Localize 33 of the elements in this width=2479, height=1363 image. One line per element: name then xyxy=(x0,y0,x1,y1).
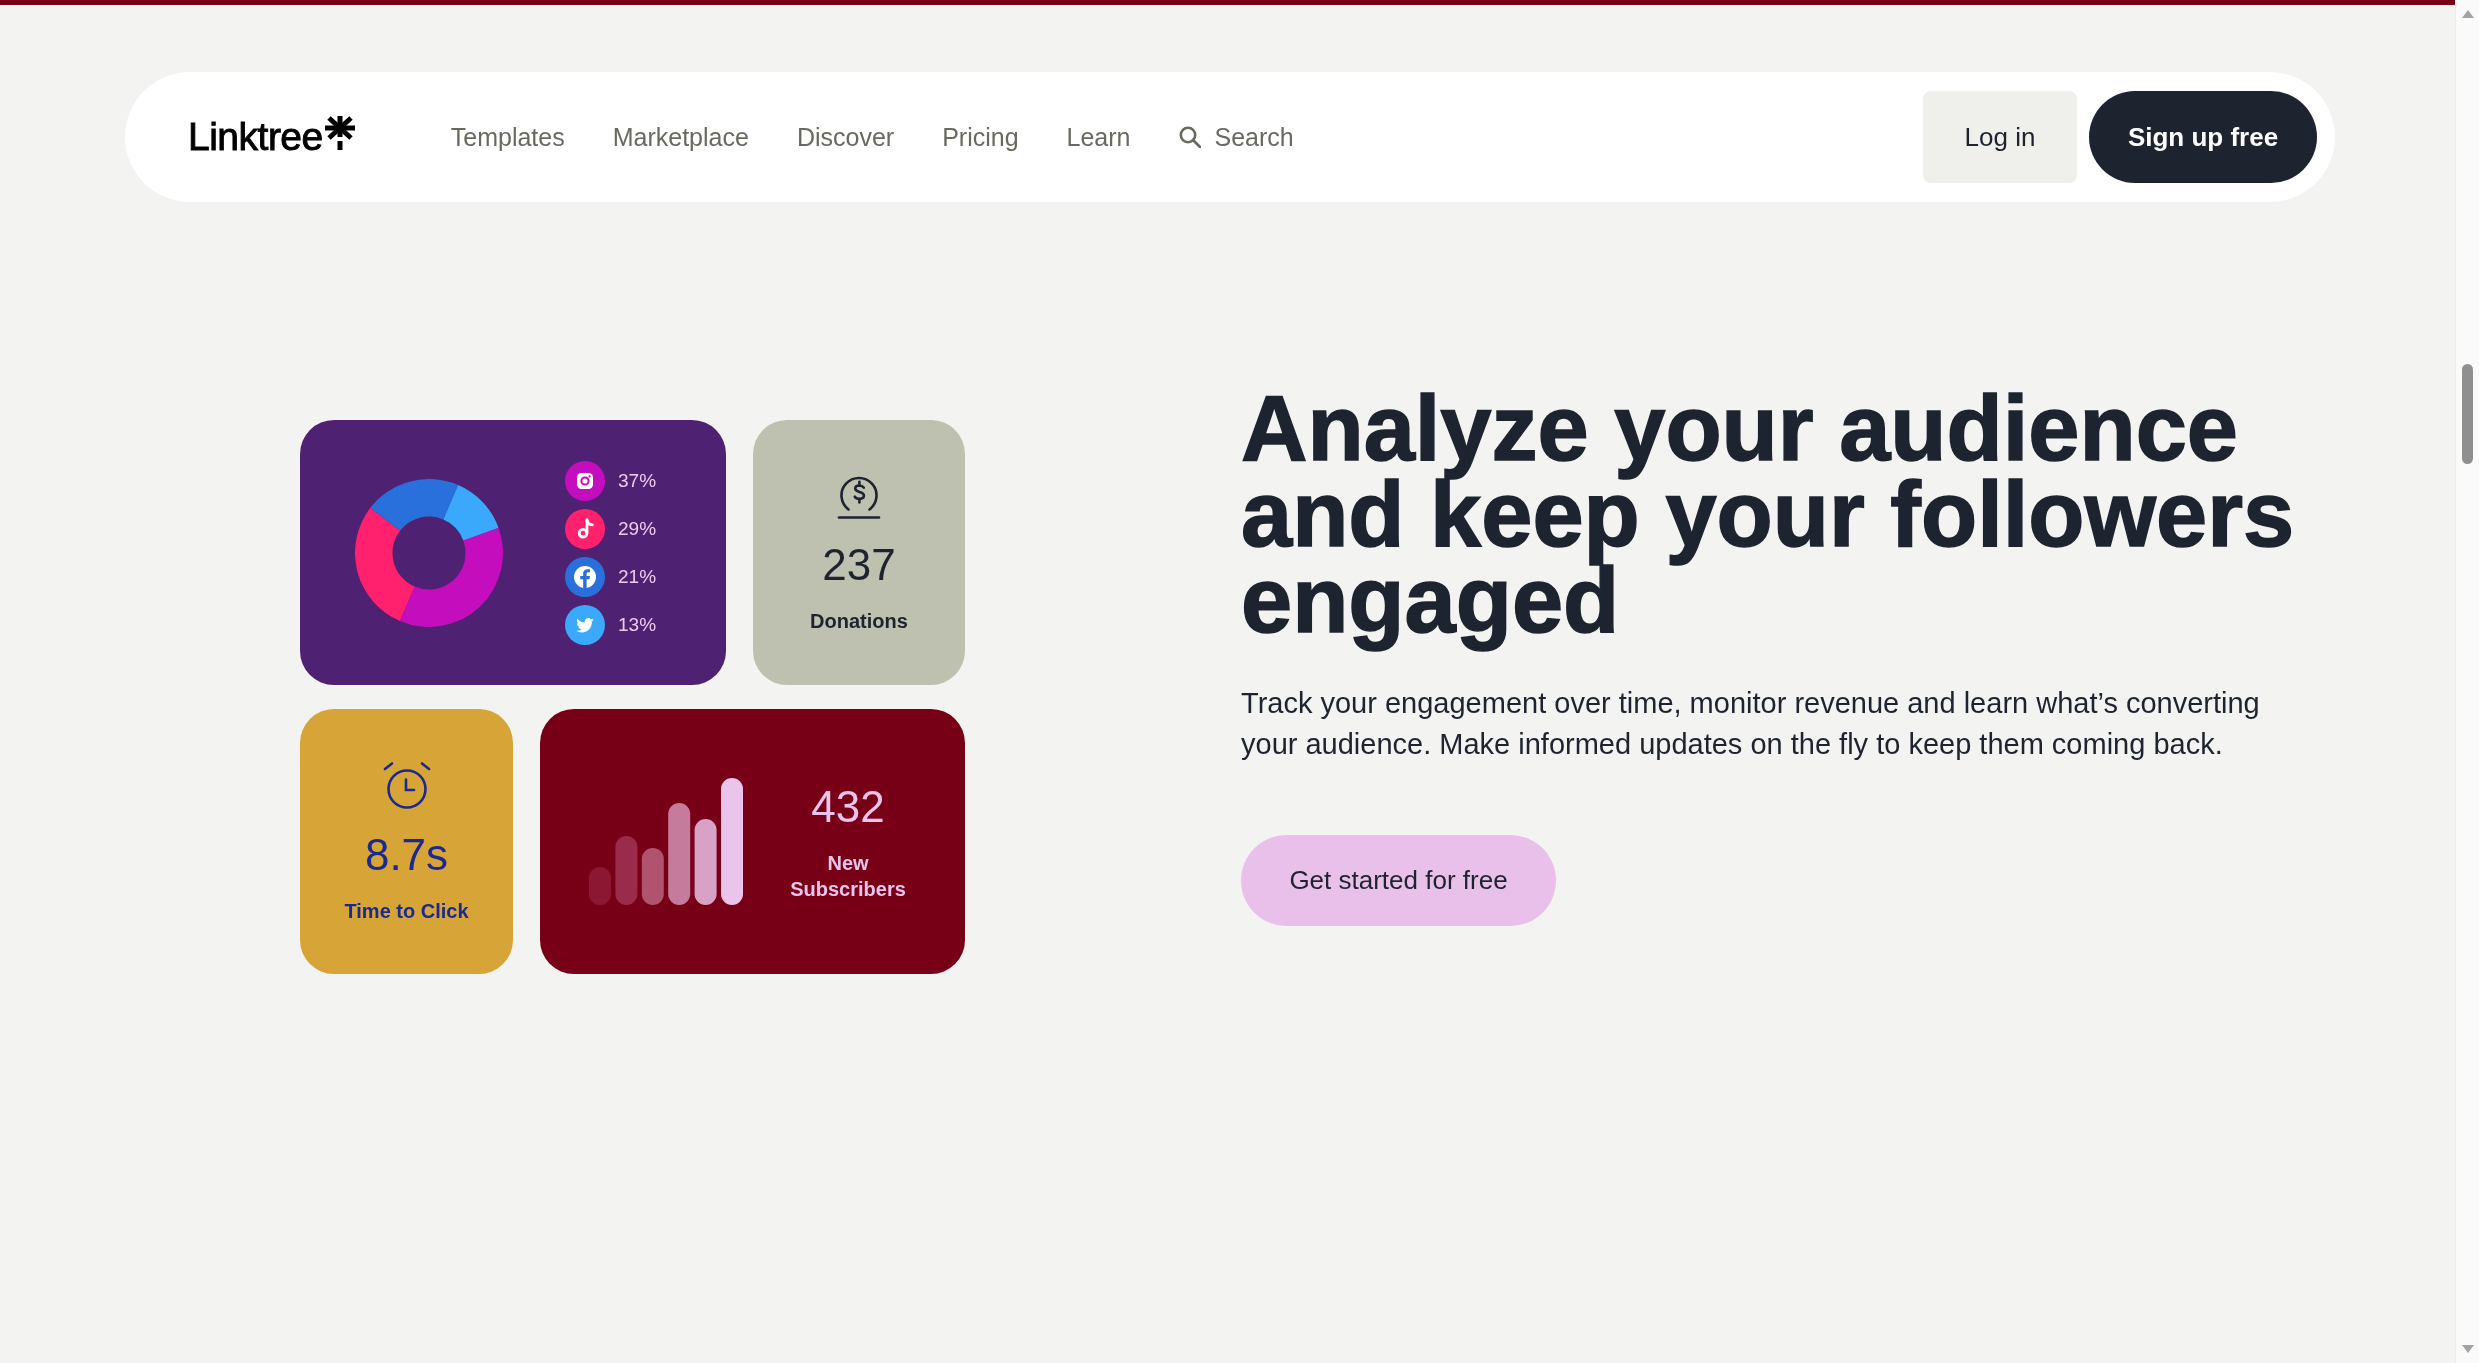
bird-icon xyxy=(565,604,605,645)
legend-label: 37% xyxy=(618,469,657,492)
hero-heading: Analyze your audience and keep your followers engaged xyxy=(1241,385,2296,653)
stat-label: Time to Click xyxy=(344,898,469,924)
nav-link[interactable]: Pricing xyxy=(942,122,1019,152)
stat-label: Donations xyxy=(810,608,908,634)
alarm-clock-icon xyxy=(382,759,431,810)
nav-link[interactable]: Learn xyxy=(1066,122,1131,152)
nav-link[interactable]: Discover xyxy=(796,122,895,152)
stat-value: 237 xyxy=(822,539,896,590)
scrollbar-thumb[interactable] xyxy=(2462,364,2473,464)
nav-link[interactable]: Templates xyxy=(450,122,565,152)
search-icon xyxy=(1178,126,1201,148)
hero-description: Track your engagement over time, monitor revenue and learn what’s converting your audience. Make informed updates on the fly to keep them coming back. xyxy=(1241,686,2261,762)
nav-link[interactable]: Marketplace xyxy=(612,122,749,152)
get-started-button[interactable]: Get started for free xyxy=(1241,835,1556,926)
letter-f-icon xyxy=(565,556,605,597)
login-button[interactable]: Log in xyxy=(1923,91,2077,183)
up-arrow-icon[interactable] xyxy=(2461,10,2474,18)
stat-value: 8.7s xyxy=(364,829,449,880)
music-note-icon xyxy=(565,508,605,549)
legend-label: 13% xyxy=(618,613,657,636)
camera-icon xyxy=(565,460,605,501)
logo-link[interactable]: Linktree xyxy=(188,115,355,159)
search-button[interactable]: Search xyxy=(1178,122,1294,152)
stat-label: New Subscribers xyxy=(789,850,907,902)
legend-label: 21% xyxy=(618,565,657,588)
asterisk-icon xyxy=(324,116,355,150)
scrollbar[interactable] xyxy=(2455,0,2479,1363)
legend-label: 29% xyxy=(618,517,657,540)
signup-button[interactable]: Sign up free xyxy=(2089,91,2317,183)
stat-value: 432 xyxy=(811,781,885,832)
down-arrow-icon[interactable] xyxy=(2461,1345,2474,1353)
